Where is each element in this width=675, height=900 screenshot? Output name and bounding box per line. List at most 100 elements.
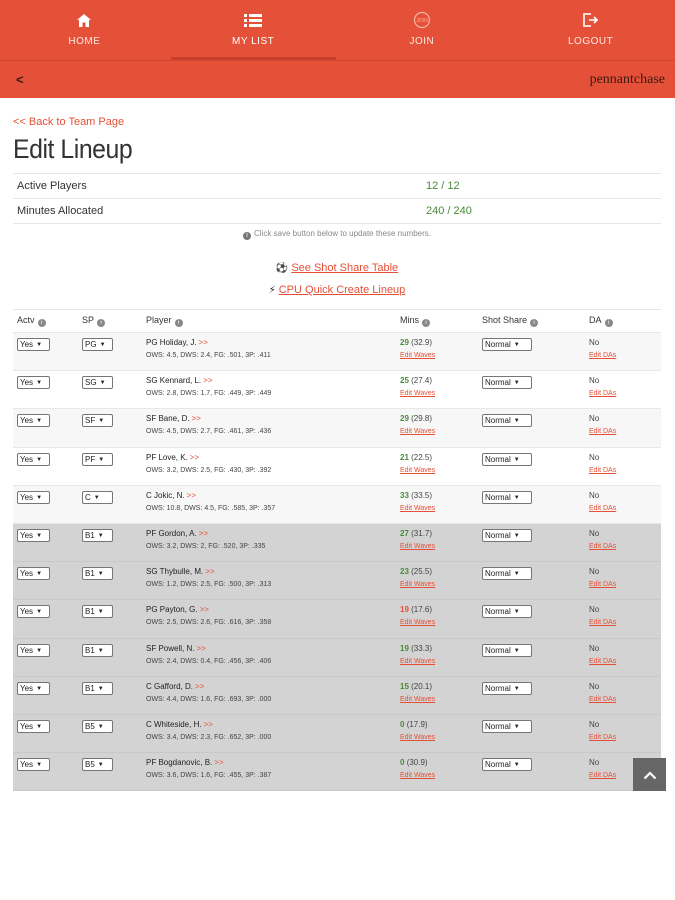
edit-waves-link[interactable]: Edit Waves xyxy=(400,543,482,550)
player-name[interactable]: C Gafford, D. xyxy=(146,682,193,691)
slot-select[interactable]: B1 ▼ xyxy=(82,681,113,695)
player-more-link[interactable]: >> xyxy=(205,567,214,576)
player-more-link[interactable]: >> xyxy=(192,414,201,423)
player-more-link[interactable]: >> xyxy=(195,682,204,691)
player-more-link[interactable]: >> xyxy=(187,491,196,500)
active-select[interactable]: Yes ▼ xyxy=(17,414,50,428)
edit-waves-link[interactable]: Edit Waves xyxy=(400,772,482,779)
edit-das-link[interactable]: Edit DAs xyxy=(589,390,661,397)
nav-join[interactable]: JOIN JOIN xyxy=(338,0,507,60)
info-icon[interactable]: i xyxy=(97,319,106,327)
nav-my-list-label: MY LIST xyxy=(232,36,275,47)
shot-share-select[interactable]: Normal ▼ xyxy=(482,681,532,695)
edit-das-link[interactable]: Edit DAs xyxy=(589,658,661,665)
edit-waves-link[interactable]: Edit Waves xyxy=(400,467,482,474)
active-select[interactable]: Yes ▼ xyxy=(17,567,50,581)
shot-share-select[interactable]: Normal ▼ xyxy=(482,605,532,619)
edit-waves-link[interactable]: Edit Waves xyxy=(400,390,482,397)
slot-select[interactable]: B1 ▼ xyxy=(82,567,113,581)
player-name[interactable]: SG Kennard, L. xyxy=(146,376,201,385)
cpu-quick-create-link[interactable]: CPU Quick Create Lineup xyxy=(279,284,406,296)
player-more-link[interactable]: >> xyxy=(196,644,205,653)
scroll-to-top-button[interactable] xyxy=(633,758,666,791)
edit-das-link[interactable]: Edit DAs xyxy=(589,505,661,512)
shot-share-select[interactable]: Normal ▼ xyxy=(482,414,532,428)
player-name[interactable]: PG Holiday, J. xyxy=(146,338,197,347)
edit-das-link[interactable]: Edit DAs xyxy=(589,467,661,474)
active-select[interactable]: Yes ▼ xyxy=(17,605,50,619)
player-more-link[interactable]: >> xyxy=(203,376,212,385)
active-select[interactable]: Yes ▼ xyxy=(17,490,50,504)
info-icon[interactable]: i xyxy=(422,319,431,327)
edit-waves-link[interactable]: Edit Waves xyxy=(400,696,482,703)
slot-select[interactable]: PF ▼ xyxy=(82,452,113,466)
slot-select[interactable]: B1 ▼ xyxy=(82,605,113,619)
shot-share-select[interactable]: Normal ▼ xyxy=(482,338,532,351)
info-icon[interactable]: i xyxy=(530,319,539,327)
player-name[interactable]: PF Bogdanovic, B. xyxy=(146,758,212,767)
edit-waves-link[interactable]: Edit Waves xyxy=(400,428,482,435)
chevron-down-icon: ▼ xyxy=(513,762,520,769)
active-select[interactable]: Yes ▼ xyxy=(17,719,50,733)
edit-das-link[interactable]: Edit DAs xyxy=(589,352,661,359)
active-select[interactable]: Yes ▼ xyxy=(17,452,50,466)
player-more-link[interactable]: >> xyxy=(200,605,209,614)
slot-select[interactable]: B1 ▼ xyxy=(82,528,113,542)
player-more-link[interactable]: >> xyxy=(214,758,223,767)
edit-das-link[interactable]: Edit DAs xyxy=(589,619,661,626)
active-select[interactable]: Yes ▼ xyxy=(17,758,50,772)
info-icon[interactable]: i xyxy=(37,319,46,327)
active-select[interactable]: Yes ▼ xyxy=(17,528,50,542)
edit-waves-link[interactable]: Edit Waves xyxy=(400,734,482,741)
player-name[interactable]: PF Love, K. xyxy=(146,453,188,462)
active-select[interactable]: Yes ▼ xyxy=(17,681,50,695)
edit-das-link[interactable]: Edit DAs xyxy=(589,581,661,588)
slot-select[interactable]: B5 ▼ xyxy=(82,719,113,733)
player-name[interactable]: SF Powell, N. xyxy=(146,644,194,653)
player-name[interactable]: C Whiteside, H. xyxy=(146,720,202,729)
shot-share-link[interactable]: See Shot Share Table xyxy=(291,262,398,274)
edit-waves-link[interactable]: Edit Waves xyxy=(400,505,482,512)
nav-my-list[interactable]: MY LIST xyxy=(169,0,338,60)
shot-share-select[interactable]: Normal ▼ xyxy=(482,567,532,581)
player-more-link[interactable]: >> xyxy=(199,529,208,538)
shot-share-select[interactable]: Normal ▼ xyxy=(482,490,532,504)
nav-logout[interactable]: LOGOUT xyxy=(506,0,675,60)
slot-select[interactable]: B5 ▼ xyxy=(82,758,113,772)
nav-home[interactable]: HOME xyxy=(0,0,169,60)
player-more-link[interactable]: >> xyxy=(190,453,199,462)
player-more-link[interactable]: >> xyxy=(204,720,213,729)
slot-select[interactable]: C ▼ xyxy=(82,490,113,504)
active-select[interactable]: Yes ▼ xyxy=(17,376,50,390)
info-icon[interactable]: i xyxy=(174,319,183,327)
shot-share-select[interactable]: Normal ▼ xyxy=(482,528,532,542)
player-name[interactable]: SG Thybulle, M. xyxy=(146,567,203,576)
back-to-team-link[interactable]: << Back to Team Page xyxy=(13,116,661,128)
edit-waves-link[interactable]: Edit Waves xyxy=(400,352,482,359)
edit-waves-link[interactable]: Edit Waves xyxy=(400,658,482,665)
edit-das-link[interactable]: Edit DAs xyxy=(589,428,661,435)
edit-das-link[interactable]: Edit DAs xyxy=(589,696,661,703)
edit-waves-link[interactable]: Edit Waves xyxy=(400,581,482,588)
shot-share-select[interactable]: Normal ▼ xyxy=(482,376,532,390)
back-button[interactable]: < xyxy=(16,72,24,87)
player-more-link[interactable]: >> xyxy=(199,338,208,347)
shot-share-select[interactable]: Normal ▼ xyxy=(482,719,532,733)
player-name[interactable]: C Jokic, N. xyxy=(146,491,185,500)
info-icon[interactable]: i xyxy=(604,319,613,327)
slot-select[interactable]: PG ▼ xyxy=(82,338,113,351)
shot-share-select[interactable]: Normal ▼ xyxy=(482,643,532,657)
player-name[interactable]: PG Payton, G. xyxy=(146,605,198,614)
edit-das-link[interactable]: Edit DAs xyxy=(589,734,661,741)
slot-select[interactable]: SG ▼ xyxy=(82,376,113,390)
active-select[interactable]: Yes ▼ xyxy=(17,643,50,657)
slot-select[interactable]: B1 ▼ xyxy=(82,643,113,657)
shot-share-select[interactable]: Normal ▼ xyxy=(482,758,532,772)
active-select[interactable]: Yes ▼ xyxy=(17,338,50,351)
edit-das-link[interactable]: Edit DAs xyxy=(589,543,661,550)
player-name[interactable]: SF Bane, D. xyxy=(146,414,190,423)
slot-select[interactable]: SF ▼ xyxy=(82,414,113,428)
shot-share-select[interactable]: Normal ▼ xyxy=(482,452,532,466)
player-name[interactable]: PF Gordon, A. xyxy=(146,529,197,538)
edit-waves-link[interactable]: Edit Waves xyxy=(400,619,482,626)
